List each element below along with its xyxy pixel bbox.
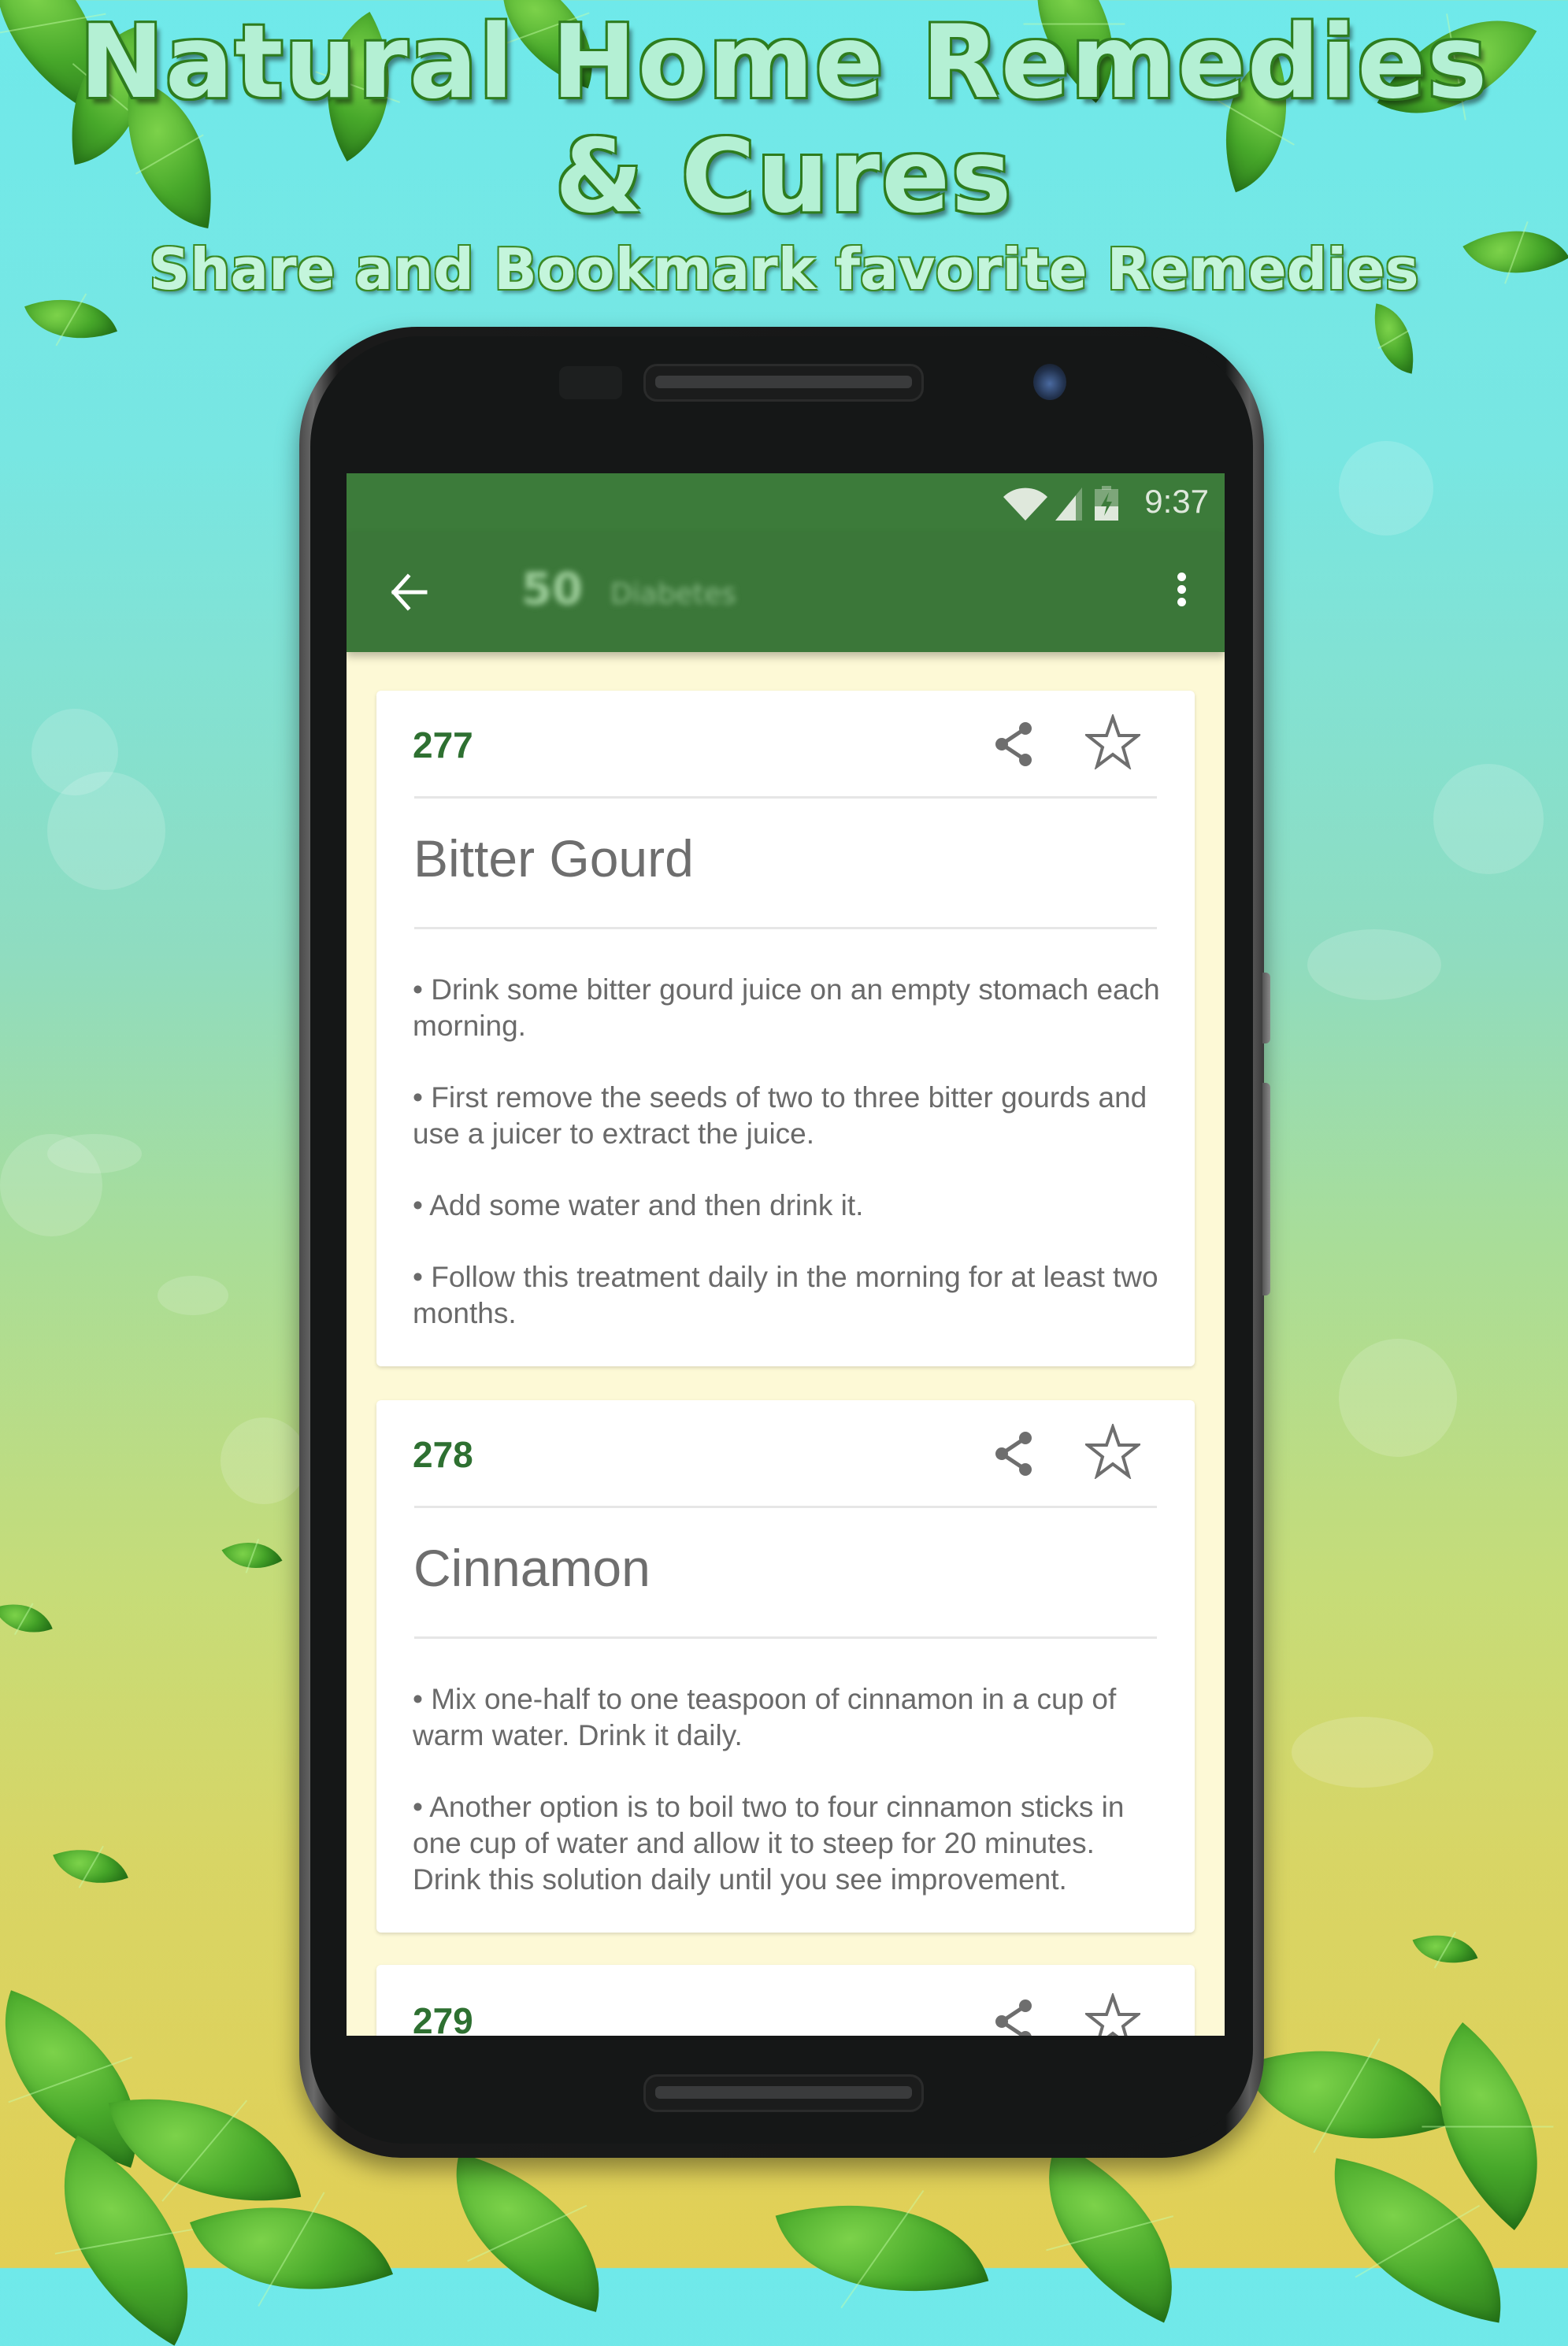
remedy-number: 278	[413, 1434, 473, 1475]
back-button[interactable]	[386, 569, 433, 616]
earpiece-speaker	[646, 366, 921, 399]
bookmark-button[interactable]	[1085, 1993, 1140, 2036]
remedy-step: • Another option is to boil two to four …	[413, 1791, 1125, 1896]
cell-signal-icon	[1055, 487, 1082, 521]
remedy-step: • Mix one-half to one teaspoon of cinnam…	[413, 1683, 1117, 1751]
star-outline-icon	[1085, 1993, 1140, 2036]
volume-button	[1262, 973, 1270, 1043]
share-button[interactable]	[991, 721, 1038, 768]
remedy-step: • First remove the seeds of two to three…	[413, 1081, 1147, 1150]
toolbar-title: Diabetes	[610, 578, 736, 610]
share-icon	[995, 1999, 1032, 2036]
bottom-speaker	[646, 2077, 921, 2110]
remedy-step: • Drink some bitter gourd juice on an em…	[413, 973, 1160, 1042]
share-button[interactable]	[991, 1998, 1038, 2036]
app-screen: 9:37 50 Diabetes 277 Bitter Gourd • Drin…	[347, 473, 1225, 2036]
more-vert-icon	[1177, 573, 1186, 581]
overflow-menu-button[interactable]	[1170, 569, 1193, 616]
share-button[interactable]	[991, 1430, 1038, 1477]
remedy-card: 278 Cinnamon • Mix one-half to one teasp…	[376, 1400, 1195, 1933]
card-divider	[414, 1506, 1157, 1508]
status-icons	[1003, 486, 1118, 521]
star-outline-icon	[1085, 714, 1140, 769]
promo-headline-line2: & Cures	[554, 118, 1014, 235]
remedy-step: • Add some water and then drink it.	[413, 1189, 864, 1221]
remedy-title: Bitter Gourd	[413, 829, 694, 888]
front-camera	[1033, 364, 1066, 400]
arrow-left-icon	[391, 573, 428, 611]
battery-charging-icon	[1095, 486, 1118, 521]
remedy-title: Cinnamon	[413, 1539, 651, 1597]
promo-headline: Natural Home Remedies	[79, 4, 1489, 121]
toolbar-count: 50	[521, 564, 583, 615]
card-divider	[414, 796, 1157, 799]
card-divider	[414, 927, 1157, 929]
promo-subheadline: Share and Bookmark favorite Remedies	[149, 236, 1419, 302]
status-bar: 9:37	[347, 473, 1225, 532]
share-icon	[995, 722, 1032, 766]
bookmark-button[interactable]	[1085, 1424, 1140, 1479]
wifi-icon	[1003, 487, 1047, 521]
star-outline-icon	[1085, 1424, 1140, 1479]
remedy-card: 279	[376, 1965, 1195, 2036]
share-icon	[995, 1432, 1032, 1476]
app-toolbar: 50 Diabetes	[347, 532, 1225, 652]
remedy-card: 277 Bitter Gourd • Drink some bitter gou…	[376, 691, 1195, 1366]
remedy-number: 277	[413, 725, 473, 765]
card-divider	[414, 1636, 1157, 1639]
remedy-number: 279	[413, 2000, 473, 2036]
remedy-steps: • Mix one-half to one teaspoon of cinnam…	[413, 1681, 1163, 1933]
remedy-steps: • Drink some bitter gourd juice on an em…	[413, 972, 1163, 1367]
bookmark-button[interactable]	[1085, 714, 1140, 769]
power-button	[1262, 1083, 1270, 1295]
status-time: 9:37	[1144, 483, 1209, 520]
proximity-sensor	[559, 366, 622, 399]
remedy-step: • Follow this treatment daily in the mor…	[413, 1261, 1158, 1329]
